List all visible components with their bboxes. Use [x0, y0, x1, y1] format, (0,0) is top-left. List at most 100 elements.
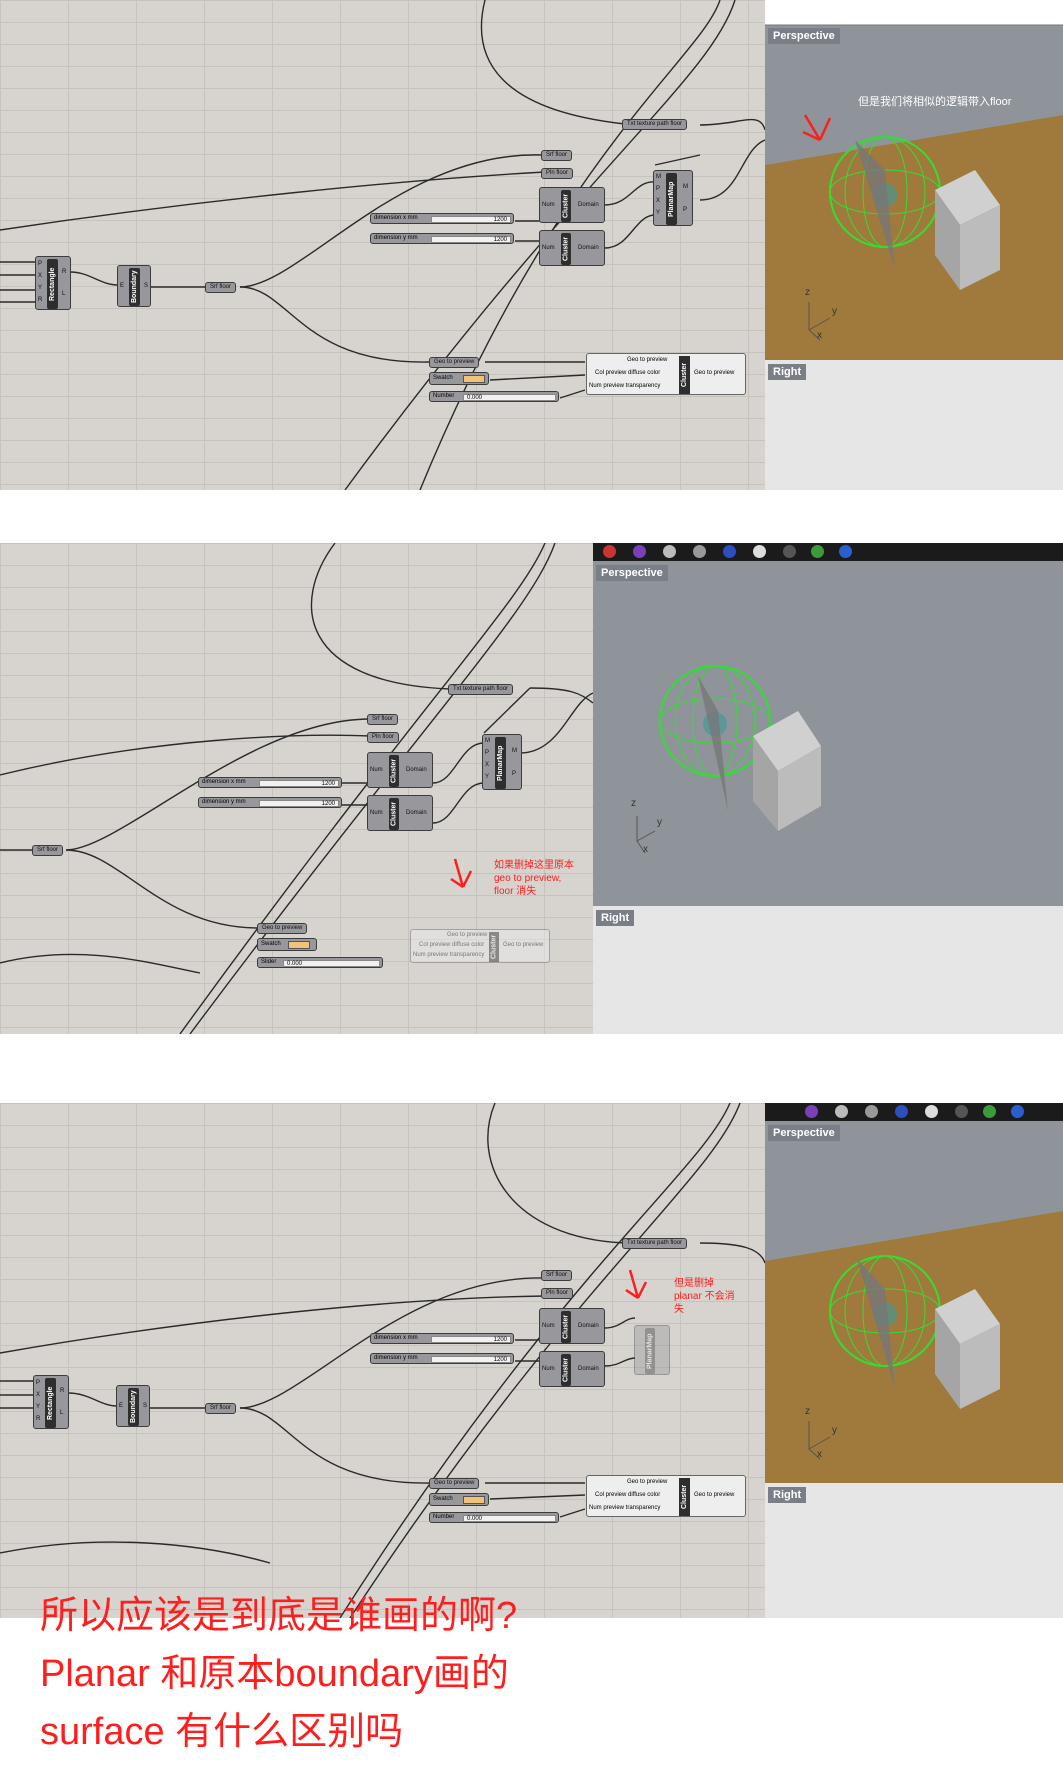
toolbar-icon-6[interactable] [753, 545, 766, 558]
dimension-x-value[interactable]: 1200 [431, 216, 511, 223]
pln-floor-param[interactable]: Pln floor [541, 1288, 574, 1299]
toolbar-icon-1[interactable] [603, 545, 616, 558]
scene [765, 1211, 1063, 1483]
col-input: Col preview diffuse color [595, 370, 661, 376]
pin-p: P [38, 261, 43, 267]
srf-floor-param[interactable]: Srf floor [541, 1270, 573, 1281]
geo-to-preview-param[interactable]: Geo to preview [429, 357, 480, 368]
transp-input: Num preview transparency [589, 1505, 661, 1511]
perspective-viewport[interactable]: Perspective z y x [765, 1121, 1063, 1483]
dimension-y-value[interactable]: 1200 [431, 236, 511, 243]
dimension-x-value[interactable]: 1200 [431, 1336, 511, 1343]
perspective-label[interactable]: Perspective [768, 1125, 840, 1141]
number-value[interactable]: 0.000 [463, 394, 556, 401]
toolbar-icon-6[interactable] [955, 1105, 968, 1118]
srf-floor-param[interactable]: Srf floor [367, 714, 399, 725]
dimension-y-value[interactable]: 1200 [259, 800, 339, 807]
rectangle-component[interactable]: P X Y R Rectangle R L [35, 256, 71, 310]
toolbar-icon-2[interactable] [633, 545, 646, 558]
toolbar-icon-7[interactable] [983, 1105, 996, 1118]
num-input: Num [542, 245, 555, 251]
geo-to-preview-param[interactable]: Geo to preview [257, 923, 308, 934]
toolbar-icon-2[interactable] [835, 1105, 848, 1118]
rhino-viewport[interactable]: Perspective z y x Right [593, 561, 1063, 1034]
srf-floor-param[interactable]: Srf floor [541, 150, 573, 161]
ghosted-planarmap-component[interactable]: PlanarMap [634, 1325, 670, 1375]
preview-cluster[interactable]: Geo to preview Col preview diffuse color… [586, 353, 746, 395]
toolbar-icon-3[interactable] [663, 545, 676, 558]
axis-x: x [817, 330, 822, 341]
cluster-component-1[interactable]: Num Cluster Domain [539, 187, 605, 223]
rectangle-component[interactable]: P X Y R Rectangle R L [33, 1375, 69, 1429]
toolbar-icon-8[interactable] [811, 545, 824, 558]
toolbar-icon-7[interactable] [783, 545, 796, 558]
swatch-color[interactable] [463, 1496, 485, 1504]
swatch-label: Swatch [261, 941, 281, 947]
toolbar-icon-4[interactable] [895, 1105, 908, 1118]
cluster-name: Cluster [389, 755, 399, 787]
right-label[interactable]: Right [768, 1487, 807, 1503]
dimension-y-slider[interactable]: dimension y mm 1200 [198, 797, 342, 808]
dimension-x-slider[interactable]: dimension x mm 1200 [370, 213, 514, 224]
swatch-label: Swatch [433, 1496, 453, 1502]
perspective-viewport[interactable]: Perspective z y x [593, 561, 1063, 906]
pin-r-out: R [62, 269, 67, 275]
right-viewport[interactable]: Right [765, 360, 1063, 490]
dimension-x-slider[interactable]: dimension x mm 1200 [198, 777, 342, 788]
swatch-color[interactable] [288, 941, 310, 949]
number-slider[interactable]: Number 0.000 [429, 391, 559, 402]
toolbar-icon-5[interactable] [723, 545, 736, 558]
swatch-color[interactable] [463, 375, 485, 383]
help-icon[interactable] [1011, 1105, 1024, 1118]
slider-value[interactable]: 0.000 [283, 960, 380, 967]
txt-texture-param[interactable]: Txt texture path floor [622, 119, 688, 130]
right-viewport[interactable]: Right [593, 906, 1063, 1034]
cluster-component-2[interactable]: Num Cluster Domain [539, 230, 605, 266]
toolbar-icon-3[interactable] [865, 1105, 878, 1118]
swatch-param[interactable]: Swatch [429, 372, 489, 385]
srf-floor-param-2[interactable]: Srf floor [205, 1403, 237, 1414]
domain-output: Domain [406, 767, 427, 773]
preview-cluster[interactable]: Geo to preview Col preview diffuse color… [586, 1475, 746, 1517]
dimension-y-slider[interactable]: dimension y mm 1200 [370, 233, 514, 244]
geo-to-preview-param[interactable]: Geo to preview [429, 1478, 480, 1489]
slider-param[interactable]: Slider 0.000 [257, 957, 383, 968]
boundary-component[interactable]: E Boundary S [117, 265, 151, 307]
swatch-param[interactable]: Swatch [429, 1493, 489, 1506]
ghosted-preview-cluster[interactable]: Geo to preview Col preview diffuse color… [410, 929, 550, 963]
right-viewport[interactable]: Right [765, 1483, 1063, 1618]
pln-floor-param[interactable]: Pln floor [541, 168, 574, 179]
help-icon[interactable] [839, 545, 852, 558]
planarmap-component[interactable]: M P X Y PlanarMap M P [653, 170, 693, 226]
cluster-component-1[interactable]: Num Cluster Domain [539, 1308, 605, 1344]
toolbar-icon-5[interactable] [925, 1105, 938, 1118]
dimension-y-value[interactable]: 1200 [431, 1356, 511, 1363]
grasshopper-canvas[interactable] [0, 0, 765, 490]
toolbar-icon-1[interactable] [805, 1105, 818, 1118]
swatch-param[interactable]: Swatch [257, 938, 317, 951]
perspective-label[interactable]: Perspective [596, 565, 668, 581]
pln-floor-param[interactable]: Pln floor [367, 732, 400, 743]
cluster-component-2[interactable]: Num Cluster Domain [539, 1351, 605, 1387]
dimension-x-slider[interactable]: dimension x mm 1200 [370, 1333, 514, 1344]
planarmap-component[interactable]: M P X Y PlanarMap M P [482, 734, 522, 790]
cluster-component-1[interactable]: Num Cluster Domain [367, 752, 433, 788]
number-value[interactable]: 0.000 [463, 1515, 556, 1522]
boundary-component[interactable]: E Boundary S [116, 1385, 150, 1427]
dimension-y-slider[interactable]: dimension y mm 1200 [370, 1353, 514, 1364]
right-label[interactable]: Right [768, 364, 807, 380]
dimension-x-label: dimension x mm [374, 1335, 418, 1341]
txt-texture-param[interactable]: Txt texture path floor [448, 684, 514, 695]
perspective-label[interactable]: Perspective [768, 28, 840, 44]
perspective-viewport[interactable]: Perspective 但是我们将相似的逻辑带入floor z y x [765, 0, 1063, 360]
number-slider[interactable]: Number 0.000 [429, 1512, 559, 1523]
txt-texture-param[interactable]: Txt texture path floor [622, 1238, 688, 1249]
dimension-x-value[interactable]: 1200 [259, 780, 339, 787]
toolbar-icon-4[interactable] [693, 545, 706, 558]
rhino-viewport[interactable]: Perspective 但是我们将相似的逻辑带入floor z y x Righ… [765, 0, 1063, 490]
right-label[interactable]: Right [596, 910, 635, 926]
srf-floor-param-2[interactable]: Srf floor [32, 845, 64, 856]
srf-floor-param-2[interactable]: Srf floor [205, 282, 237, 293]
rhino-viewport[interactable]: Perspective z y x Right [765, 1121, 1063, 1618]
cluster-component-2[interactable]: Num Cluster Domain [367, 795, 433, 831]
